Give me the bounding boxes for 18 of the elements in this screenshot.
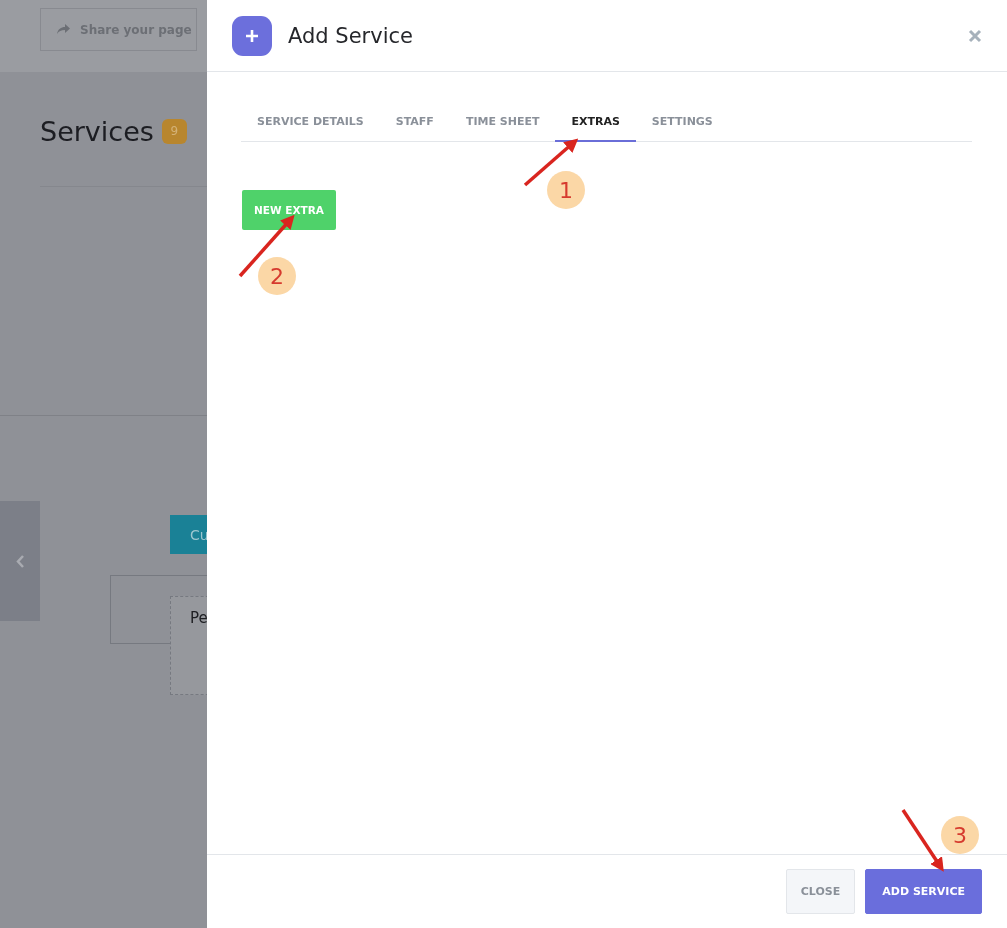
service-card: Pe (170, 596, 207, 695)
tab[interactable]: TIME SHEET (449, 105, 556, 142)
nav-button[interactable]: Cu (170, 515, 207, 554)
page-heading: Services (40, 115, 154, 147)
count-badge: 9 (161, 118, 187, 144)
chevron-left-icon (16, 554, 24, 568)
new-extra-button[interactable]: NEW EXTRA (242, 190, 336, 230)
share-icon (57, 24, 70, 35)
tab[interactable]: SERVICE DETAILS (241, 105, 380, 142)
annotation-arrow (901, 809, 944, 872)
close-button[interactable]: CLOSE (785, 869, 856, 914)
add-service-button[interactable]: ADD SERVICE (865, 869, 982, 914)
tab[interactable]: SETTINGS (635, 105, 729, 142)
tab[interactable]: STAFF (379, 105, 450, 142)
plus-icon (232, 15, 272, 56)
close-icon[interactable] (968, 28, 982, 43)
modal-title: Add Service (288, 23, 414, 48)
tab[interactable]: EXTRAS (555, 105, 636, 142)
